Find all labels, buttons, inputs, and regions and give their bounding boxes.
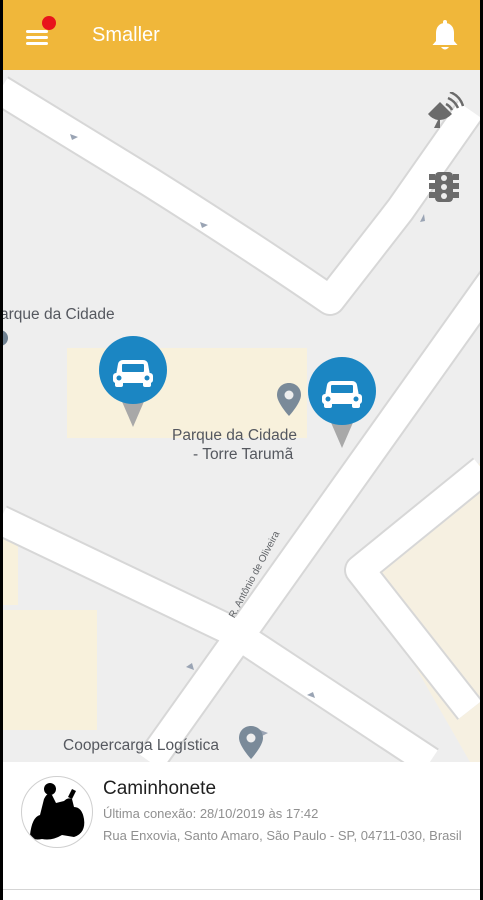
bell-icon: [432, 20, 458, 50]
map-pin-icon: [0, 330, 8, 346]
map-pin-icon: [277, 383, 301, 416]
map-roads: [0, 76, 483, 762]
vehicle-marker[interactable]: [97, 335, 169, 431]
map-label-park-line1: Parque da Cidade: [172, 427, 297, 444]
signal-icon: [428, 90, 465, 128]
vehicle-avatar: [21, 776, 93, 848]
map-label-company: Coopercarga Logística: [63, 737, 219, 754]
notification-badge: [42, 16, 56, 30]
map-view[interactable]: arque da Cidade Parque da Cidade - Torre…: [0, 70, 483, 762]
traffic-light-icon: [429, 172, 459, 202]
traffic-toggle-button[interactable]: [428, 168, 460, 208]
last-connection: Última conexão: 28/10/2019 às 17:42: [103, 806, 319, 821]
menu-icon-bar: [26, 42, 48, 45]
motorcycle-rider-icon: [30, 783, 85, 840]
vehicle-card[interactable]: Caminhonete Última conexão: 28/10/2019 à…: [0, 762, 483, 900]
vehicle-marker[interactable]: [306, 356, 378, 452]
menu-icon-bar: [26, 30, 48, 33]
signal-toggle-button[interactable]: [424, 90, 465, 132]
app-title: Smaller: [92, 24, 160, 46]
notifications-button[interactable]: [428, 18, 462, 54]
menu-icon-bar: [26, 36, 48, 39]
menu-button[interactable]: [22, 16, 62, 54]
divider: [0, 889, 483, 890]
vehicle-name: Caminhonete: [103, 778, 217, 799]
map-label-park-line2: - Torre Tarumã: [193, 446, 294, 463]
map-pin-icon: [239, 726, 263, 759]
map-label-park-left: arque da Cidade: [0, 306, 115, 323]
vehicle-address: Rua Enxovia, Santo Amaro, São Paulo - SP…: [103, 828, 462, 843]
app-bar: Smaller: [0, 0, 483, 70]
